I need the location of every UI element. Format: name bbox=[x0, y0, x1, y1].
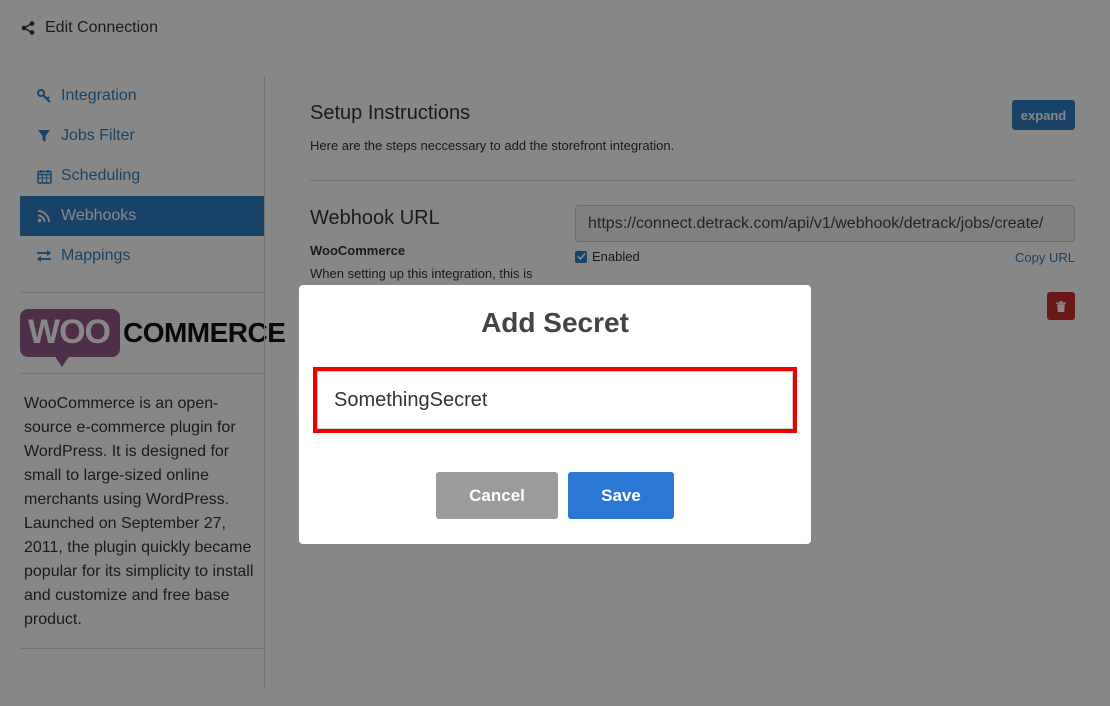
secret-input-highlight: SomethingSecret bbox=[313, 367, 797, 433]
add-secret-dialog: Add Secret SomethingSecret Cancel Save bbox=[299, 285, 811, 544]
dialog-title: Add Secret bbox=[481, 307, 629, 338]
secret-input[interactable]: SomethingSecret bbox=[317, 371, 793, 429]
cancel-button[interactable]: Cancel bbox=[436, 472, 558, 519]
save-button[interactable]: Save bbox=[568, 472, 674, 519]
